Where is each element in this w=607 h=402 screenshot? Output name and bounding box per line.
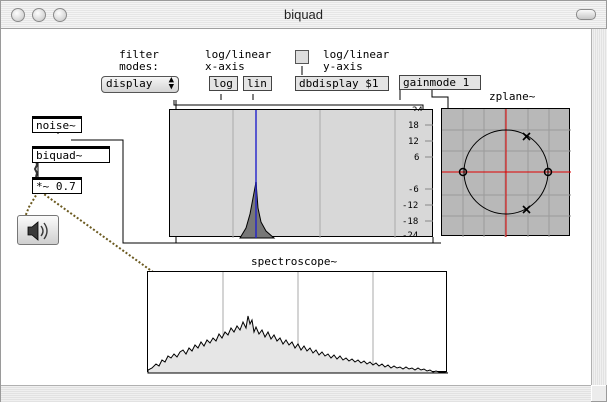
db-tick-18: 18 (408, 121, 419, 131)
log-message-label: log (213, 77, 233, 90)
horizontal-scrollbar[interactable] (1, 385, 591, 402)
dbdisplay-message-label: dbdisplay $1 (299, 77, 379, 90)
zplane-plot (442, 109, 571, 237)
db-tick-12: 12 (408, 137, 419, 147)
db-tick-6: 6 (414, 153, 420, 163)
patcher-canvas[interactable]: filter modes: log/linear x-axis log/line… (1, 29, 590, 385)
biquad-object-label: biquad~ (36, 149, 83, 162)
toolbar-toggle-button[interactable] (576, 9, 596, 20)
noise-object-label: noise~ (36, 119, 76, 132)
zplane-label: zplane~ (489, 90, 536, 103)
noise-object[interactable]: noise~ (32, 116, 82, 133)
resize-handle[interactable] (592, 386, 606, 401)
filter-modes-label: filter modes: (119, 48, 159, 73)
window-title: biquad (283, 7, 324, 22)
spectroscope-display[interactable] (147, 271, 449, 374)
lin-message-label: lin (247, 77, 267, 90)
db-tick-m12: -12 (402, 201, 419, 211)
dbdisplay-toggle[interactable] (295, 50, 309, 64)
filtergraph-plot (232, 110, 433, 239)
app-window: biquad filter modes: log/linear x-axis l… (0, 0, 607, 402)
dbdisplay-message[interactable]: dbdisplay $1 (295, 76, 389, 91)
lin-message[interactable]: lin (243, 76, 272, 91)
filter-mode-menu[interactable]: display ▲ ▼ (101, 76, 179, 93)
xaxis-label: log/linear x-axis (205, 48, 272, 73)
ezdac-button[interactable] (17, 215, 59, 245)
multiply-object-label: *~ 0.7 (36, 180, 76, 193)
filter-mode-value: display (106, 77, 153, 90)
audio-cord-to-speaker (24, 191, 39, 218)
title-bar[interactable]: biquad (1, 1, 606, 29)
speaker-icon (27, 221, 48, 241)
updown-arrows-icon: ▲ ▼ (168, 75, 174, 92)
filtergraph-ticks (425, 124, 433, 222)
zplane-display[interactable] (441, 108, 571, 237)
db-tick-m6: -6 (408, 185, 419, 195)
gainmode-message-label: gainmode 1 (403, 76, 470, 89)
vertical-scrollbar[interactable] (591, 29, 607, 385)
spectrum-plot (147, 272, 449, 374)
spectroscope-label: spectroscope~ (251, 255, 338, 268)
gainmode-message[interactable]: gainmode 1 (399, 75, 481, 90)
db-tick-m24: -24 (402, 231, 419, 237)
filtergraph[interactable]: 18 12 6 -6 -12 -18 -24 24 (169, 106, 433, 239)
log-message[interactable]: log (209, 76, 238, 91)
yaxis-label: log/linear y-axis (323, 48, 390, 73)
multiply-object[interactable]: *~ 0.7 (32, 177, 82, 194)
db-tick-m18: -18 (402, 217, 419, 227)
biquad-object[interactable]: biquad~ (32, 146, 110, 163)
db-tick-24-partial: 24 (412, 106, 423, 111)
